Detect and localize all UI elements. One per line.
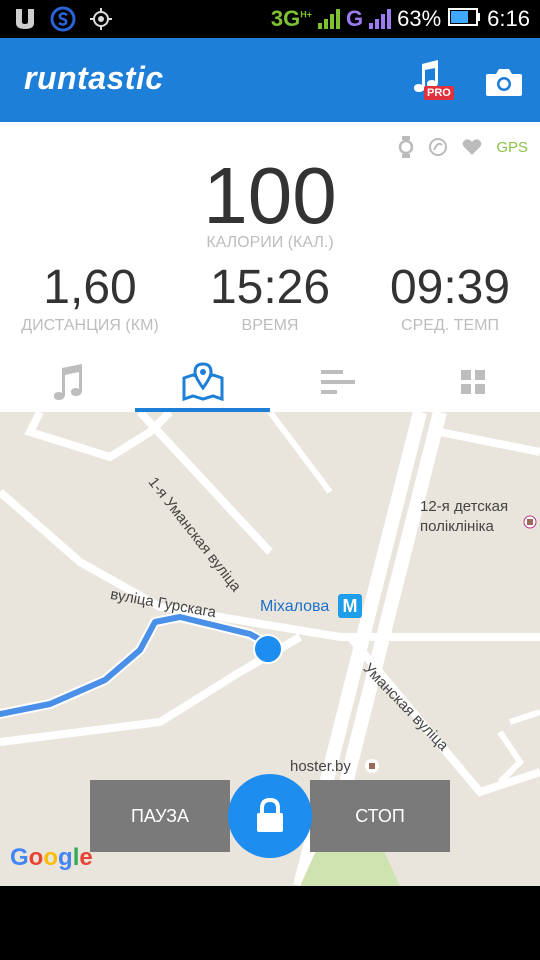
lock-icon [257,798,283,832]
network-type: 3GH+ [270,6,312,31]
duration-label: ВРЕМЯ [241,317,299,334]
distance-label: ДИСТАНЦИЯ (КМ) [21,317,159,334]
tab-bar [0,352,540,412]
gps-target-icon [88,6,114,32]
duration-stat: 15:26 ВРЕМЯ [190,260,350,335]
poi-clinic-line2: поліклініка [420,518,494,535]
splits-icon [320,370,355,394]
metro-icon: M [338,594,362,618]
pace-value: 09:39 [389,261,511,314]
poi-clinic-line1: 12-я детская [420,498,509,515]
camera-icon [486,69,522,96]
navigation-bar [0,886,540,960]
calories-value: 100 [203,151,337,240]
map-icon [182,362,223,402]
app-logo: runtastic [24,60,164,96]
app-bar: runtastic PRO [0,38,540,122]
clock: 6:16 [487,6,530,31]
duration-value: 15:26 [209,261,331,314]
battery-percent: 63% [397,6,442,31]
route-path [0,614,271,717]
tab-dashboard[interactable] [405,352,540,412]
battery-icon [447,7,481,32]
tab-splits[interactable] [270,352,405,412]
pace-label: СРЕД. ТЕМП [401,317,499,334]
distance-value: 1,60 [43,261,137,314]
pace-stat: 09:39 СРЕД. ТЕМП [370,260,530,335]
poi-hoster-label: hoster.by [290,758,351,775]
pause-button[interactable]: ПАУЗА [90,780,230,852]
lock-button[interactable] [228,774,312,858]
network-type-2: G [346,6,364,31]
current-position-marker [253,634,283,664]
google-logo: Google [10,844,93,871]
calories-label: КАЛОРИИ (КАЛ.) [206,234,334,251]
camera-button[interactable] [484,66,524,98]
tab-map[interactable] [135,352,270,412]
stop-button[interactable]: СТОП [310,780,450,852]
pro-badge: PRO [424,86,454,100]
music-icon [53,364,82,400]
status-bar: 3GH+ G 63% 6:16 [0,0,540,38]
metro-station-label: Міхалова [260,598,330,615]
u-app-icon [12,6,38,32]
signal-icon-2 [369,9,392,29]
signal-icon [318,9,340,29]
tab-music[interactable] [0,352,135,412]
music-pro-button[interactable]: PRO [408,58,456,104]
distance-stat: 1,60 ДИСТАНЦИЯ (КМ) [10,260,170,335]
s-app-icon [50,6,76,32]
dashboard-icon [460,370,485,394]
